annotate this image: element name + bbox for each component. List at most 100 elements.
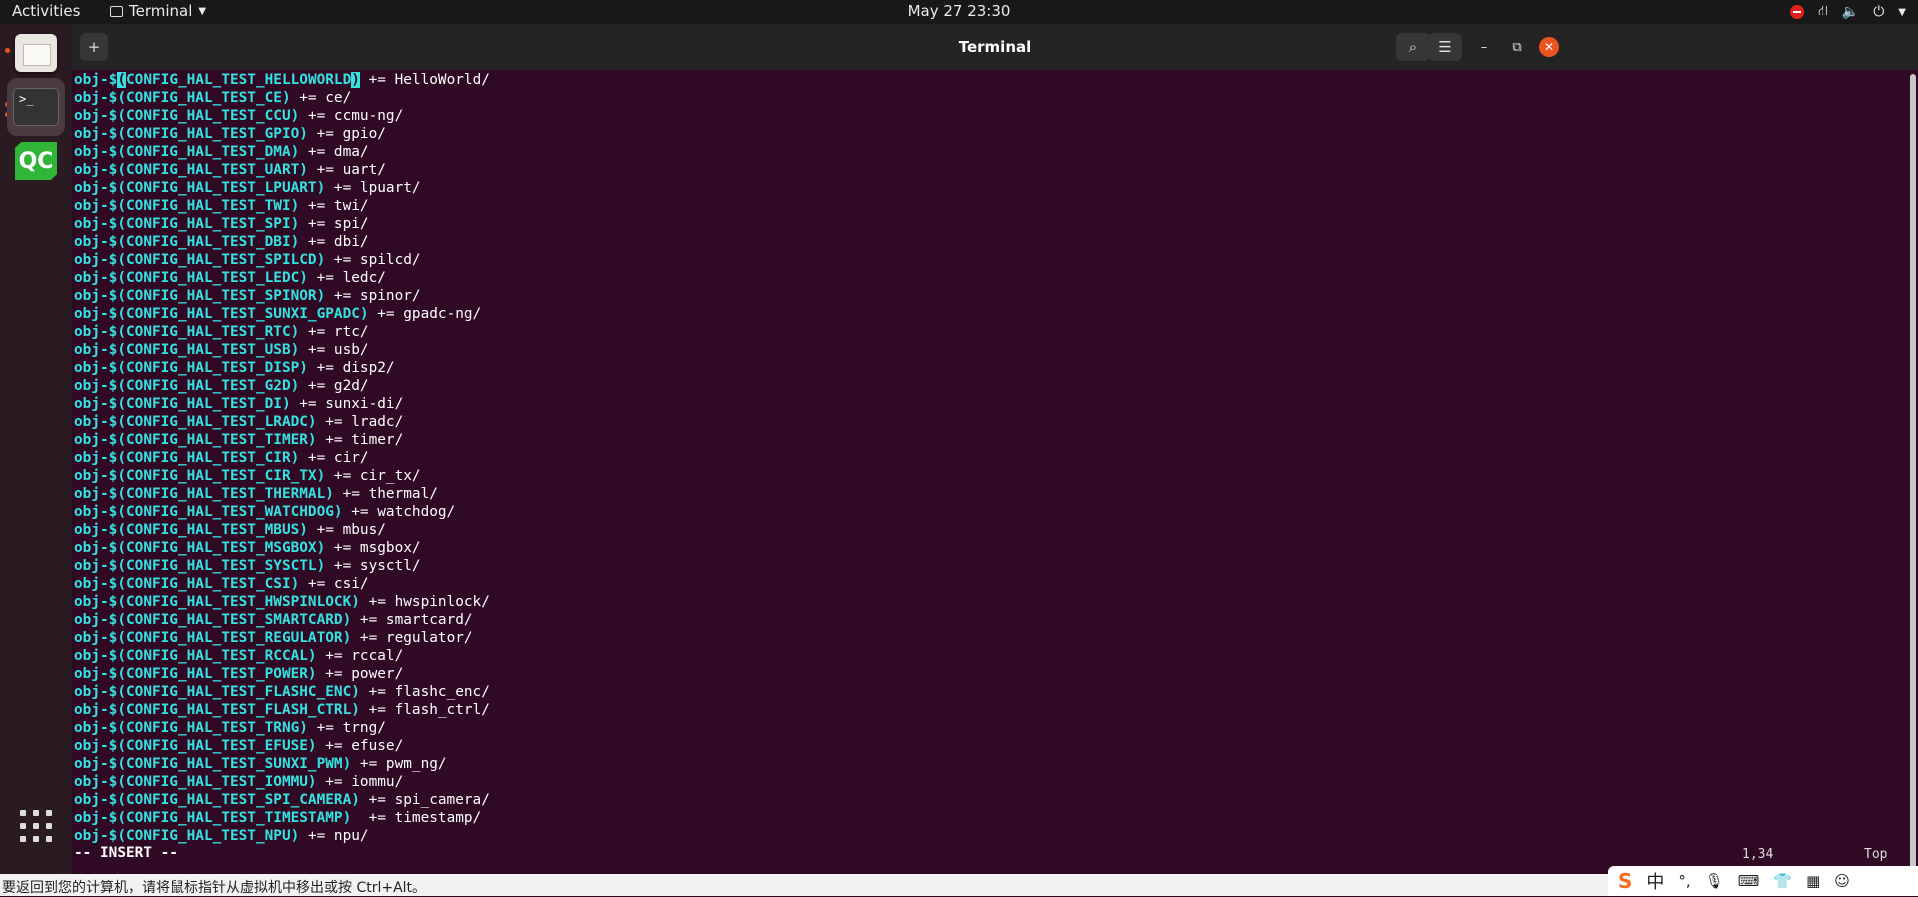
line-prefix: obj-$ — [74, 666, 118, 682]
line-prefix: obj-$ — [74, 234, 118, 250]
hamburger-menu-icon: ☰ — [1438, 38, 1452, 56]
terminal-line: obj-$(CONFIG_HAL_TEST_RCCAL) += rccal/ — [74, 647, 1894, 665]
line-prefix: obj-$ — [74, 792, 118, 808]
line-assignment: += usb/ — [299, 342, 369, 358]
ime-toolbar[interactable]: S 中 °, 🎙 ⌨ 👕 ▦ ☺ — [1608, 866, 1918, 896]
terminal-line: obj-$(CONFIG_HAL_TEST_TIMESTAMP) += time… — [74, 809, 1894, 827]
line-assignment: += csi/ — [299, 576, 369, 592]
title-bar[interactable]: + Terminal ⌕ ☰ – ⧉ ✕ — [72, 24, 1918, 70]
network-icon[interactable]: ⛙ — [1818, 3, 1828, 21]
terminal-line: obj-$(CONFIG_HAL_TEST_SMARTCARD) += smar… — [74, 611, 1894, 629]
terminal-line: obj-$(CONFIG_HAL_TEST_LEDC) += ledc/ — [74, 269, 1894, 287]
dock-files[interactable] — [7, 24, 65, 82]
line-prefix: obj-$ — [74, 162, 118, 178]
line-assignment: += iommu/ — [316, 774, 404, 790]
terminal-content[interactable]: obj-$(CONFIG_HAL_TEST_HELLOWORLD) += Hel… — [74, 71, 1894, 891]
minimize-button[interactable]: – — [1475, 38, 1493, 56]
config-variable: (CONFIG_HAL_TEST_MSGBOX) — [117, 540, 326, 556]
volume-icon[interactable]: 🔈 — [1842, 4, 1859, 20]
line-assignment: += rtc/ — [299, 324, 369, 340]
line-prefix: obj-$ — [74, 810, 118, 826]
clock[interactable]: May 27 23:30 — [908, 2, 1011, 20]
line-prefix: obj-$ — [74, 306, 118, 322]
app-menu[interactable]: Terminal ▼ — [110, 2, 206, 20]
search-button[interactable]: ⌕ — [1396, 33, 1430, 61]
line-assignment: += timer/ — [316, 432, 404, 448]
host-message: 要返回到您的计算机，请将鼠标指针从虚拟机中移出或按 Ctrl+Alt。 — [2, 880, 427, 896]
config-variable: (CONFIG_HAL_TEST_REGULATOR) — [117, 630, 352, 646]
dock-terminal[interactable]: >_ — [7, 78, 65, 136]
line-assignment: += pwm_ng/ — [351, 756, 447, 772]
terminal-line: obj-$(CONFIG_HAL_TEST_EFUSE) += efuse/ — [74, 737, 1894, 755]
config-variable: (CONFIG_HAL_TEST_POWER) — [117, 666, 317, 682]
terminal-line: obj-$(CONFIG_HAL_TEST_SPINOR) += spinor/ — [74, 287, 1894, 305]
dock: >_ QC — [0, 24, 72, 874]
line-assignment: += ccmu-ng/ — [299, 108, 404, 124]
config-variable: (CONFIG_HAL_TEST_LPUART) — [117, 180, 326, 196]
vim-mode-indicator: -- INSERT -- — [74, 845, 178, 861]
config-variable: (CONFIG_HAL_TEST_HWSPINLOCK) — [117, 594, 360, 610]
avatar-icon[interactable]: ☺ — [1834, 872, 1850, 890]
microphone-icon[interactable]: 🎙 — [1705, 872, 1724, 890]
config-variable: (CONFIG_HAL_TEST_CE) — [117, 90, 291, 106]
line-assignment: += gpio/ — [307, 126, 386, 142]
grid-icon[interactable]: ▦ — [1806, 872, 1820, 890]
line-prefix: obj-$ — [74, 756, 118, 772]
terminal-line: obj-$(CONFIG_HAL_TEST_SPI) += spi/ — [74, 215, 1894, 233]
terminal-line: obj-$(CONFIG_HAL_TEST_USB) += usb/ — [74, 341, 1894, 359]
line-assignment: += regulator/ — [351, 630, 473, 646]
config-variable: (CONFIG_HAL_TEST_NPU) — [117, 828, 300, 844]
update-alert-icon[interactable] — [1789, 5, 1804, 19]
terminal-line: obj-$(CONFIG_HAL_TEST_CIR) += cir/ — [74, 449, 1894, 467]
activities-button[interactable]: Activities — [12, 2, 80, 20]
sogou-logo-icon[interactable]: S — [1618, 869, 1632, 893]
line-prefix: obj-$ — [74, 648, 118, 664]
new-tab-button[interactable]: + — [80, 33, 108, 61]
ime-language-toggle[interactable]: 中 — [1646, 868, 1664, 894]
cursor-position: 1,34 — [1742, 847, 1774, 862]
terminal-line: obj-$(CONFIG_HAL_TEST_CSI) += csi/ — [74, 575, 1894, 593]
terminal-line: obj-$(CONFIG_HAL_TEST_SPILCD) += spilcd/ — [74, 251, 1894, 269]
system-tray[interactable]: ⛙ 🔈 ⏻ ▼ — [1789, 3, 1906, 21]
config-variable: (CONFIG_HAL_TEST_TIMER) — [117, 432, 317, 448]
line-prefix: obj-$ — [74, 684, 118, 700]
terminal-line: obj-$(CONFIG_HAL_TEST_HELLOWORLD) += Hel… — [74, 71, 1894, 89]
new-tab-icon: + — [87, 38, 101, 56]
app-menu-label: Terminal — [129, 2, 193, 20]
config-variable: (CONFIG_HAL_TEST_UART) — [117, 162, 308, 178]
line-assignment: += spilcd/ — [325, 252, 421, 268]
terminal-line: obj-$(CONFIG_HAL_TEST_MSGBOX) += msgbox/ — [74, 539, 1894, 557]
terminal-window: + Terminal ⌕ ☰ – ⧉ ✕ obj-$(CONFIG_HAL_TE… — [72, 24, 1918, 874]
terminal-line: obj-$(CONFIG_HAL_TEST_RTC) += rtc/ — [74, 323, 1894, 341]
config-variable: (CONFIG_HAL_TEST_RTC) — [117, 324, 300, 340]
line-assignment: += dma/ — [299, 144, 369, 160]
line-assignment: += efuse/ — [316, 738, 404, 754]
line-prefix: obj-$ — [74, 702, 118, 718]
line-assignment: += trng/ — [307, 720, 386, 736]
line-assignment: += lradc/ — [316, 414, 404, 430]
terminal-line: obj-$(CONFIG_HAL_TEST_SUNXI_GPADC) += gp… — [74, 305, 1894, 323]
close-button[interactable]: ✕ — [1539, 37, 1559, 57]
terminal-line: obj-$(CONFIG_HAL_TEST_SPI_CAMERA) += spi… — [74, 791, 1894, 809]
skin-icon[interactable]: 👕 — [1773, 872, 1792, 890]
line-prefix: obj-$ — [74, 198, 118, 214]
config-variable: (CONFIG_HAL_TEST_SPI) — [117, 216, 300, 232]
config-variable: (CONFIG_HAL_TEST_IOMMU) — [117, 774, 317, 790]
line-assignment: += ledc/ — [307, 270, 386, 286]
ime-punctuation-toggle[interactable]: °, — [1678, 872, 1690, 890]
line-prefix: obj-$ — [74, 72, 118, 88]
line-assignment: += HelloWorld/ — [359, 72, 490, 88]
scrollbar[interactable] — [1910, 74, 1916, 869]
line-prefix: obj-$ — [74, 414, 118, 430]
config-variable: (CONFIG_HAL_TEST_USB) — [117, 342, 300, 358]
terminal-line: obj-$(CONFIG_HAL_TEST_LRADC) += lradc/ — [74, 413, 1894, 431]
maximize-button[interactable]: ⧉ — [1508, 38, 1526, 56]
line-assignment: += disp2/ — [307, 360, 395, 376]
menu-button[interactable]: ☰ — [1428, 33, 1462, 61]
chevron-down-icon[interactable]: ▼ — [1898, 7, 1906, 18]
dock-qtcreator[interactable]: QC — [7, 132, 65, 190]
show-applications-icon[interactable] — [20, 810, 54, 844]
keyboard-icon[interactable]: ⌨ — [1738, 872, 1760, 890]
power-icon[interactable]: ⏻ — [1873, 4, 1884, 20]
config-variable: (CONFIG_HAL_TEST_TIMESTAMP) — [117, 810, 352, 826]
